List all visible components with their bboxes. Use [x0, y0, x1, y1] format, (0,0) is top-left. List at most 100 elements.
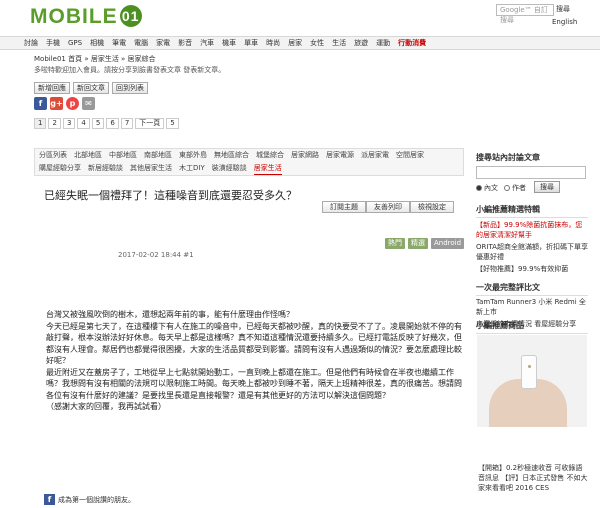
page-link[interactable]: 1	[34, 118, 47, 129]
nav-item[interactable]: 居家	[288, 37, 302, 49]
back-list-button[interactable]: 回到列表	[112, 82, 148, 94]
sidebar-hot-item[interactable]: 【好物推薦】99.9%有效抑菌	[476, 264, 588, 274]
nav-item[interactable]: 行動消費	[398, 37, 426, 49]
post-tag[interactable]: 精選	[408, 238, 428, 249]
device-shape	[521, 355, 537, 389]
post-paragraph: 最近附近又在蓋房子了，工地從早上七點就開始動工，一直到晚上都還在施工。但是他們有…	[46, 367, 462, 400]
post-actions: 訂閱主題 友善列印 檢視設定	[322, 201, 454, 213]
radio-author[interactable]	[504, 185, 510, 191]
nav-item[interactable]: 筆電	[112, 37, 126, 49]
page-link[interactable]: 3	[62, 118, 76, 129]
post-action-button[interactable]: 檢視設定	[410, 201, 454, 213]
new-topic-button[interactable]: 新增回應	[34, 82, 70, 94]
nav-item[interactable]: 相機	[90, 37, 104, 49]
post-tag[interactable]: Android	[431, 238, 465, 249]
forum-tab[interactable]: 居家網路	[291, 149, 319, 162]
sidebar-hot-list: 【新品】99.9%除菌抗菌抹布，您的居家清潔好幫手 ORITA超商全館滿額，折扣碼…	[476, 220, 588, 276]
forum-tab[interactable]: 其他居家生活	[130, 162, 172, 175]
social-share: f g+ p ✉	[34, 97, 98, 110]
last-page-link[interactable]: 5	[166, 118, 179, 129]
forum-tab[interactable]: 裝潢經驗談	[212, 162, 247, 175]
post-action-button[interactable]: 訂閱主題	[322, 201, 366, 213]
nav-item[interactable]: 時尚	[266, 37, 280, 49]
announcement-text: 多啦特歡迎加入會員。請按分享到臉書發表文章 發表新文章。	[34, 66, 226, 74]
nav-item[interactable]: 影音	[178, 37, 192, 49]
facebook-icon[interactable]: f	[34, 97, 47, 110]
post-body: 台灣又被強風吹倒的樹木，還想起兩年前的事，能有什麼理由作怪嗎？ 今天已經是第七天了…	[46, 309, 466, 413]
device-dot	[528, 365, 531, 368]
page-link[interactable]: 7	[120, 118, 134, 129]
forum-tab[interactable]: 木工DIY	[179, 162, 205, 175]
sidebar-featured-title: 一次最完整評比文	[476, 282, 588, 296]
radio-author-label: 作者	[512, 184, 526, 192]
forum-tab[interactable]: 空間居家	[396, 149, 424, 162]
page-link[interactable]: 5	[91, 118, 105, 129]
post-paragraph: （感謝大家的回覆，我再試試看）	[46, 402, 166, 411]
nav-item[interactable]: 女性	[310, 37, 324, 49]
page-link[interactable]: 6	[106, 118, 119, 129]
nav-item[interactable]: 旅遊	[354, 37, 368, 49]
forum-tab[interactable]: 無地區綜合	[214, 149, 249, 162]
logo-badge: 01	[119, 5, 142, 27]
page-link[interactable]: 2	[48, 118, 61, 129]
pagination: 1 2 3 4 5 6 7 下一頁 5	[34, 118, 181, 129]
fb-like-box: f 成為第一個說讚的朋友。	[44, 494, 135, 505]
radio-content[interactable]	[476, 185, 482, 191]
forum-tab[interactable]: 居家電源	[326, 149, 354, 162]
sidebar-search-input[interactable]	[476, 166, 586, 179]
sidebar-search-button[interactable]: 搜尋	[534, 181, 560, 193]
post-action-button[interactable]: 友善列印	[366, 201, 410, 213]
mail-icon[interactable]: ✉	[82, 97, 95, 110]
nav-item[interactable]: 討論	[24, 37, 38, 49]
sidebar-search-title: 搜尋站內討論文章	[476, 153, 540, 162]
nav-item[interactable]: 汽車	[200, 37, 214, 49]
nav-item[interactable]: 手機	[46, 37, 60, 49]
forum-tab[interactable]: 新居經驗談	[88, 162, 123, 175]
forum-tab[interactable]: 東部外島	[179, 149, 207, 162]
nav-item[interactable]: 生活	[332, 37, 346, 49]
forum-tab[interactable]: 派居家電	[361, 149, 389, 162]
forum-tab[interactable]: 中部地區	[109, 149, 137, 162]
facebook-icon[interactable]: f	[44, 494, 55, 505]
sidebar-hot-item[interactable]: ORITA超商全館滿額，折扣碼下單享優惠好禮	[476, 242, 588, 262]
forum-tab[interactable]: 北部地區	[74, 149, 102, 162]
site-logo[interactable]: MOBILE 01	[30, 5, 142, 29]
forum-tabs: 分區列表 北部地區 中部地區 南部地區 東部外島 無地區綜合 城堡綜合 居家網路 居家電源 派居家…	[34, 148, 464, 176]
sidebar-ad-title: 小編推薦商品	[476, 320, 588, 334]
post-paragraph: 台灣又被強風吹倒的樹木，還想起兩年前的事，能有什麼理由作怪嗎？	[46, 310, 294, 319]
sidebar-featured-item[interactable]: TamTam Runner3 小米 Redmi 全新上市	[476, 297, 588, 317]
radio-content-label: 內文	[484, 184, 498, 192]
forum-tabs-row2: 購屋經驗分享 新居經驗談 其他居家生活 木工DIY 裝潢經驗談 居家生活	[35, 162, 463, 175]
google-plus-icon[interactable]: g+	[50, 97, 63, 110]
nav-item[interactable]: 機車	[222, 37, 236, 49]
logo-text: MOBILE	[30, 5, 118, 28]
nav-item[interactable]: 電腦	[134, 37, 148, 49]
plurk-icon[interactable]: p	[66, 97, 79, 110]
post-tag[interactable]: 熱門	[385, 238, 405, 249]
forum-tab[interactable]: 居家生活	[253, 162, 282, 175]
sidebar-search-options: 內文 作者	[476, 183, 532, 193]
post-title: 已經失眠一個禮拜了！這種噪音到底還要忍受多久？	[44, 189, 297, 202]
next-page-link[interactable]: 下一頁	[135, 118, 165, 129]
forum-tab[interactable]: 購屋經驗分享	[39, 162, 81, 175]
new-reply-button[interactable]: 新回文章	[73, 82, 109, 94]
sidebar-hot-title: 小編推薦精選特輯	[476, 204, 588, 218]
sidebar-hot-item[interactable]: 【新品】99.9%除菌抗菌抹布，您的居家清潔好幫手	[476, 220, 588, 240]
post-buttons: 新增回應 新回文章 回到列表	[34, 82, 151, 94]
post-paragraph: 今天已經是第七天了，在這種樓下有人在施工的噪音中，已經每天都被吵醒，真的快要受不…	[46, 321, 462, 366]
breadcrumb[interactable]: Mobile01 首頁 » 居家生活 » 居家綜合	[34, 54, 156, 64]
nav-item[interactable]: 運動	[376, 37, 390, 49]
header-search-button[interactable]: 搜尋	[556, 4, 570, 14]
header-search-input[interactable]: Google™ 自訂搜尋	[496, 4, 554, 24]
sidebar-ad-caption[interactable]: 【開箱】0.2秒極速收音 可收錄語音訊息 【評】日本正式發售 不如大家來看看吧 …	[478, 463, 588, 493]
forum-tab[interactable]: 城堡綜合	[256, 149, 284, 162]
forum-tab[interactable]: 分區列表	[39, 149, 67, 162]
sidebar-ad-image[interactable]	[477, 335, 587, 427]
page-link[interactable]: 4	[77, 118, 90, 129]
nav-item[interactable]: GPS	[68, 37, 82, 49]
site-header: MOBILE 01 Google™ 自訂搜尋 搜尋 English	[0, 0, 600, 34]
english-link[interactable]: English	[552, 18, 577, 26]
nav-item[interactable]: 單車	[244, 37, 258, 49]
forum-tab[interactable]: 南部地區	[144, 149, 172, 162]
nav-item[interactable]: 家電	[156, 37, 170, 49]
